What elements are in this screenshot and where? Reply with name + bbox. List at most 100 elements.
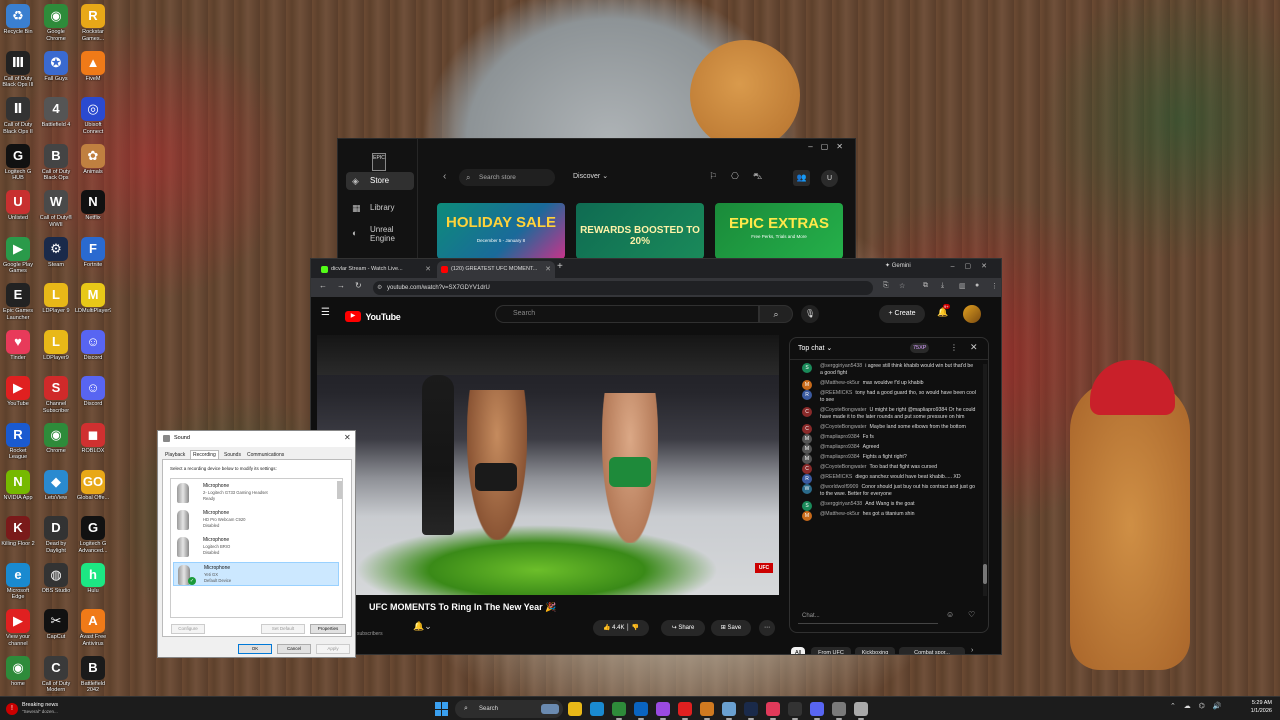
taskbar-app-copilot[interactable]: [656, 702, 670, 720]
reload-icon[interactable]: ↻: [355, 281, 362, 290]
taskbar-app-file-explorer[interactable]: [568, 702, 582, 716]
desktop-icon[interactable]: ⚙ Steam: [38, 236, 74, 275]
desktop-icon[interactable]: ✂ CapCut: [38, 609, 74, 647]
taskbar-app-music[interactable]: [766, 702, 780, 720]
epic-search-input[interactable]: ⌕ Search store: [459, 169, 555, 186]
like-button[interactable]: 👍 4.4K │ 👎: [593, 620, 649, 636]
taskbar-app-epic-games[interactable]: [788, 702, 802, 720]
chat-avatar[interactable]: W: [802, 484, 812, 494]
taskbar-search[interactable]: ⌕ Search: [455, 700, 563, 718]
desktop-icon[interactable]: ♥ Tinder: [0, 329, 36, 368]
device-item[interactable]: Microphone 2- Logitech G733 Gaming Heads…: [173, 481, 339, 505]
desktop-icon[interactable]: G Logitech G HUB: [0, 143, 36, 182]
desktop-icon[interactable]: M LDMultiPlayer9: [75, 283, 111, 321]
notify-bell-icon[interactable]: 🔔⌄: [413, 621, 432, 632]
chrome-window-controls[interactable]: –▢✕: [951, 262, 997, 270]
chat-avatar[interactable]: S: [802, 501, 812, 511]
chat-avatar[interactable]: M: [802, 454, 812, 464]
device-item[interactable]: Microphone HD Pro Webcam C920 Disabled: [173, 508, 339, 532]
desktop-icon[interactable]: ▶ View your channel: [0, 609, 36, 647]
chat-avatar[interactable]: C: [802, 407, 812, 417]
windows-start-icon[interactable]: [435, 702, 449, 716]
chat-avatar[interactable]: C: [802, 424, 812, 434]
more-vert-icon[interactable]: ⋮: [950, 343, 958, 352]
taskbar-app-settings[interactable]: [832, 702, 846, 720]
properties-button[interactable]: Properties: [310, 624, 346, 634]
configure-button[interactable]: Configure: [171, 624, 205, 634]
desktop-icon[interactable]: ◼ ROBLOX: [75, 422, 111, 461]
desktop-icon[interactable]: ✪ Fall Guys: [38, 50, 74, 89]
more-actions-icon[interactable]: ⋯: [759, 620, 775, 636]
epic-nav-store[interactable]: ◈ Store: [346, 172, 414, 190]
chat-avatar[interactable]: M: [802, 444, 812, 454]
desktop-icon[interactable]: GO Global Offe...: [75, 469, 111, 508]
desktop-icon[interactable]: A Avast Free Antivirus: [75, 609, 111, 647]
desktop-icon[interactable]: CCall of Duty Modern Warfare: [38, 655, 74, 694]
epic-nav-unreal[interactable]: ◐ Unreal Engine: [346, 224, 414, 243]
desktop-icon[interactable]: ✿ Animals: [75, 143, 111, 182]
chat-username[interactable]: @Matthew-ok5ur: [820, 511, 860, 517]
microphone-icon[interactable]: 🎙: [801, 305, 819, 323]
desktop-icon[interactable]: 4 Battlefield 4: [38, 97, 74, 135]
desktop-icon[interactable]: Ⅱ Call of Duty Black Ops II: [0, 97, 36, 135]
close-icon[interactable]: ✕: [970, 342, 978, 353]
chat-username[interactable]: @mapliapro9384: [820, 434, 860, 440]
taskbar-app-chrome[interactable]: [612, 702, 626, 720]
chat-username[interactable]: @mapliapro9384: [820, 454, 860, 460]
device-item-selected[interactable]: ✓ Microphone Yeti GX Default Device: [173, 562, 339, 586]
desktop-icon[interactable]: K Killing Floor 2: [0, 516, 36, 554]
close-tab-icon[interactable]: ✕: [425, 261, 431, 278]
chat-input[interactable]: Chat...: [798, 608, 938, 624]
taskbar-app-discord[interactable]: [810, 702, 824, 720]
desktop-icon[interactable]: ◍ OBS Studio: [38, 562, 74, 601]
clock-time[interactable]: 5:29 AM: [1216, 700, 1272, 706]
new-tab-icon[interactable]: +: [557, 261, 563, 272]
desktop-icon[interactable]: B Call of Duty Black Ops: [38, 143, 74, 182]
epic-banner-extras[interactable]: EPIC EXTRAS Free Perks, Trials and More: [715, 203, 843, 259]
chevron-right-icon[interactable]: ›: [971, 647, 973, 654]
desktop-icon[interactable]: R Rocket League: [0, 422, 36, 461]
apply-button[interactable]: Apply: [316, 644, 350, 654]
epic-logo[interactable]: EPIC: [372, 153, 386, 171]
desktop-icon[interactable]: ◆ LetsView: [38, 469, 74, 508]
taskbar-app-youtube[interactable]: [678, 702, 692, 720]
close-tab-icon[interactable]: ✕: [545, 261, 551, 278]
desktop-icon[interactable]: ◉ Chrome: [38, 422, 74, 461]
chat-username[interactable]: @serggiriyan5438: [820, 363, 862, 369]
chat-username[interactable]: @CoyoteBongwater: [820, 464, 867, 470]
desktop-icon[interactable]: B Battlefield 2042: [75, 655, 111, 694]
epic-window-controls[interactable]: –▢✕: [808, 142, 851, 151]
share-button[interactable]: ↪ Share: [661, 620, 705, 636]
desktop-icon[interactable]: e Microsoft Edge: [0, 562, 36, 601]
chip-from-ufc[interactable]: From UFC: [811, 647, 851, 654]
desktop-icon[interactable]: N Netflix: [75, 190, 111, 228]
video-player[interactable]: UFC: [317, 335, 779, 595]
chat-mode-dropdown[interactable]: Top chat ⌄: [798, 344, 832, 352]
desktop-icon[interactable]: L LDPlayer 9: [38, 283, 74, 321]
chat-username[interactable]: @mapliapro9384: [820, 444, 860, 450]
taskbar-app-outlook[interactable]: [634, 702, 648, 720]
account-avatar[interactable]: [963, 305, 981, 323]
desktop-icon[interactable]: h Hulu: [75, 562, 111, 601]
install-icon[interactable]: ⎘: [883, 282, 889, 290]
chrome-tab-youtube[interactable]: (120) GREATEST UFC MOMENT... ✕: [437, 261, 555, 278]
youtube-logo[interactable]: ▶ YouTube: [345, 308, 401, 323]
chat-username[interactable]: @Matthew-ok5ur: [820, 380, 860, 386]
desktop-icon[interactable]: ☺ Discord: [75, 376, 111, 414]
cart-icon[interactable]: ⛍: [753, 171, 762, 183]
device-item[interactable]: Microphone Logitech BRIO Disabled: [173, 535, 339, 559]
hamburger-menu-icon[interactable]: ☰: [321, 307, 330, 318]
chat-username[interactable]: @CoyoteBongwater: [820, 424, 867, 430]
notifications-bell-icon[interactable]: 🔔 9+: [937, 304, 950, 318]
desktop-icon[interactable]: N NVIDIA App: [0, 469, 36, 508]
desktop-icon[interactable]: ♻ Recycle Bin: [0, 4, 36, 42]
chat-avatar[interactable]: S: [802, 363, 812, 373]
heart-icon[interactable]: ♡: [968, 610, 975, 619]
taskbar-app-sound[interactable]: [854, 702, 868, 720]
friends-icon[interactable]: 👥: [793, 170, 810, 186]
chip-combat-sports[interactable]: Combat spor...: [899, 647, 965, 654]
epic-banner-holiday-sale[interactable]: HOLIDAY SALE December 5 - January 8: [437, 203, 565, 259]
chat-xp-badge[interactable]: 75XP: [910, 343, 930, 353]
bookmark-icon[interactable]: ⚐: [709, 171, 717, 182]
desktop-icon[interactable]: G Logitech G Advanced...: [75, 516, 111, 554]
